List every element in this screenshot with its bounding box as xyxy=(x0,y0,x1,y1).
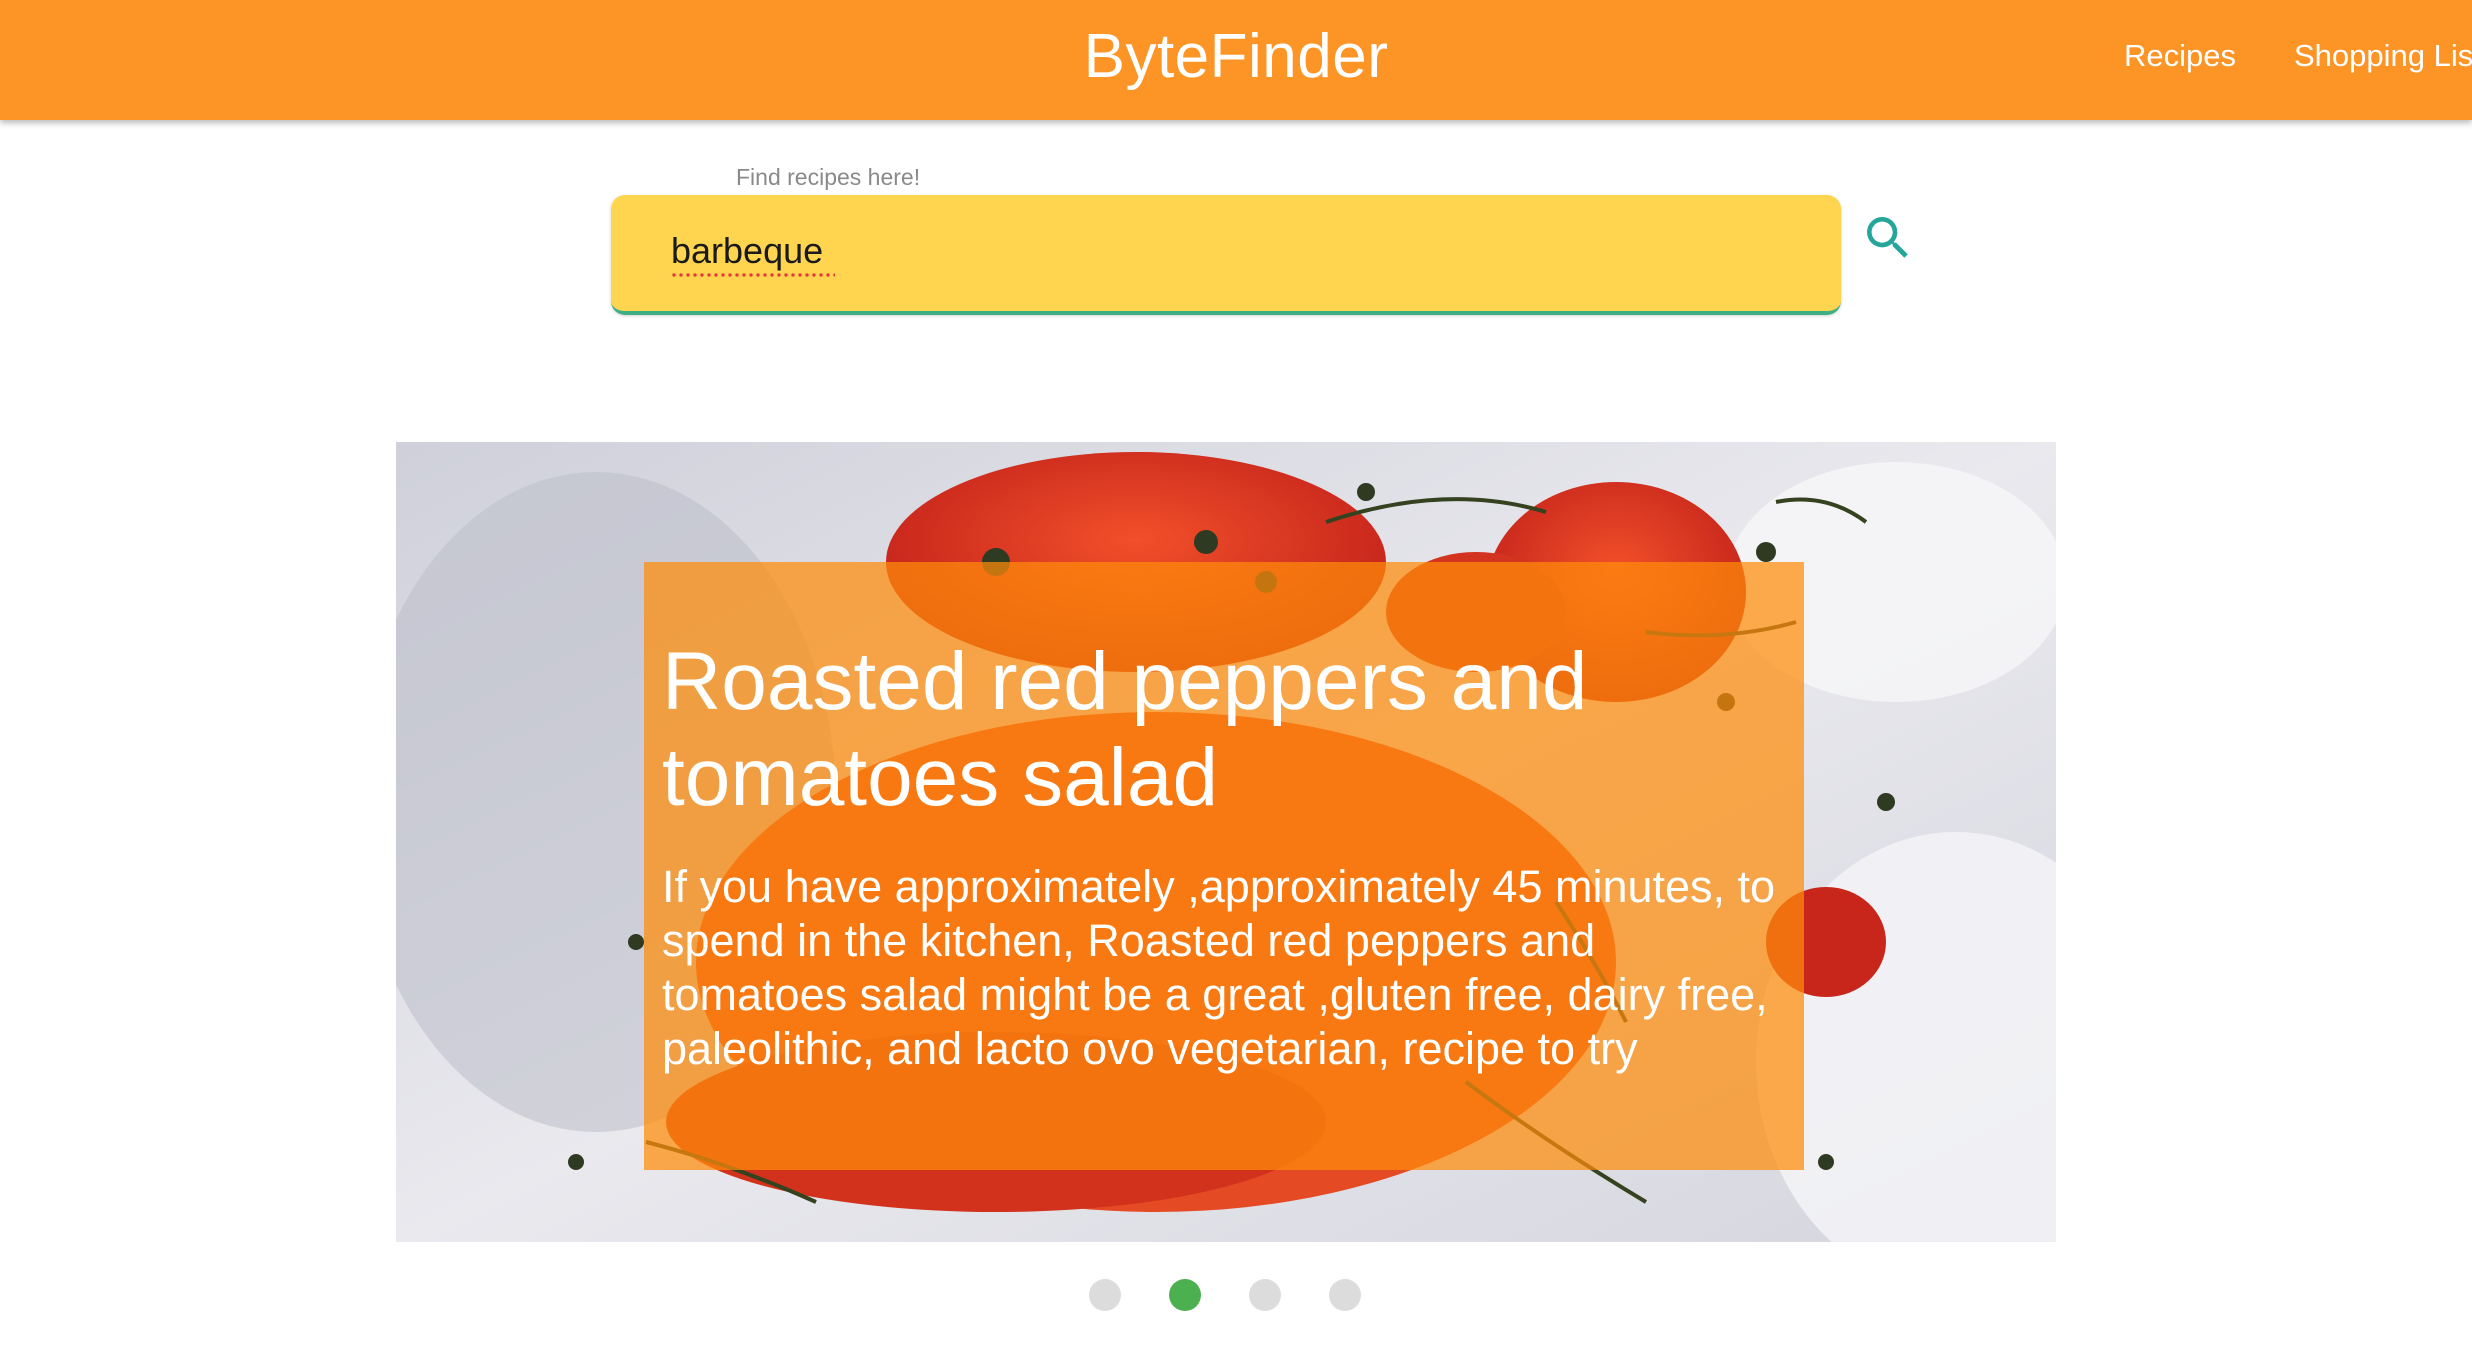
search-input[interactable] xyxy=(671,221,1771,281)
nav-link-recipes[interactable]: Recipes xyxy=(2124,0,2236,112)
spellcheck-underline xyxy=(671,273,835,277)
app-header: ByteFinder Recipes Shopping List xyxy=(0,0,2472,120)
carousel-dot-1[interactable] xyxy=(1089,1279,1121,1311)
recipe-description: If you have approximately ,approximately… xyxy=(662,861,1776,1074)
search-label: Find recipes here! xyxy=(736,164,921,190)
carousel-dot-4[interactable] xyxy=(1329,1279,1361,1311)
brand-logo[interactable]: ByteFinder xyxy=(0,0,2472,114)
carousel-dot-2[interactable] xyxy=(1169,1279,1201,1311)
search-field[interactable] xyxy=(611,195,1841,315)
slide-caption: Roasted red peppers and tomatoes salad I… xyxy=(644,562,1804,1170)
search-button[interactable] xyxy=(1860,210,1916,266)
recipe-title[interactable]: Roasted red peppers and tomatoes salad xyxy=(662,634,1786,826)
carousel-dot-3[interactable] xyxy=(1249,1279,1281,1311)
nav-link-shopping-list[interactable]: Shopping List xyxy=(2294,0,2472,112)
search-icon xyxy=(1867,217,1908,258)
recipe-carousel[interactable]: Roasted red peppers and tomatoes salad I… xyxy=(396,442,2056,1242)
